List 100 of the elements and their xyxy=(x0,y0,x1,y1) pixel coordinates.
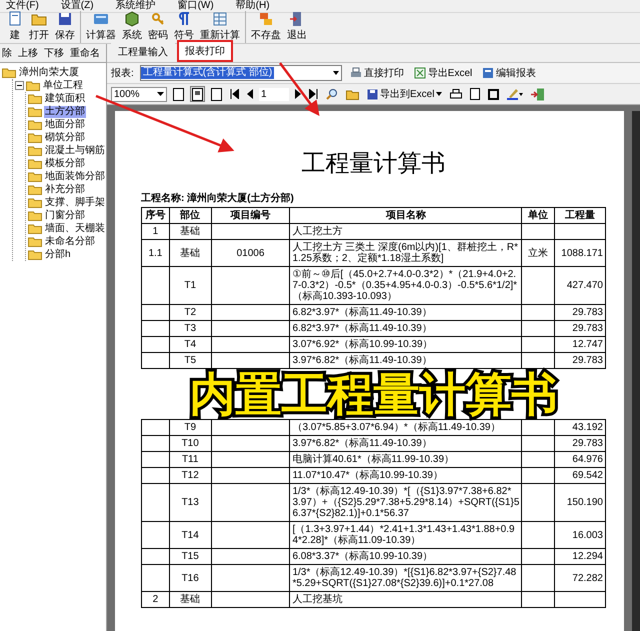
key-icon xyxy=(150,11,166,27)
pen-color-button[interactable] xyxy=(505,86,526,102)
tree-item[interactable]: 门窗分部 xyxy=(44,210,86,222)
project-name: 工程名称: 漳州向荣大厦(土方分部) xyxy=(141,191,295,205)
tree-item[interactable]: 支撑、脚手架 xyxy=(44,196,106,208)
part-name: T15 xyxy=(182,551,199,562)
square-icon xyxy=(488,88,500,100)
folder-icon xyxy=(28,158,42,169)
tree-item[interactable]: 混凝土与钢筋 xyxy=(44,144,106,156)
tree-action-button[interactable]: 上移 xyxy=(18,46,38,60)
report-action-button[interactable]: 编辑报表 xyxy=(480,66,538,80)
tree-item[interactable]: 未命名分部 xyxy=(44,236,96,248)
menu-item[interactable]: 帮助(H) xyxy=(236,0,270,12)
edit-report-icon xyxy=(482,67,494,79)
calculator-icon xyxy=(93,11,109,27)
report-action-button[interactable]: 直接打印 xyxy=(348,66,406,80)
previous-page-button[interactable] xyxy=(245,86,255,102)
column-header: 部位 xyxy=(169,208,212,224)
tree-item[interactable]: 单位工程 xyxy=(42,80,84,92)
part-name: T13 xyxy=(182,497,199,508)
toolbar-button[interactable]: 密码 xyxy=(147,11,169,43)
toolbar-button[interactable]: 打开 xyxy=(28,11,50,43)
toolbar-button[interactable]: 退出 xyxy=(286,11,308,43)
folder-icon xyxy=(28,197,42,208)
tree-action-button[interactable]: 重命名 xyxy=(70,46,100,60)
item-name: 11.07*10.47*（标高10.99-10.39） xyxy=(292,470,443,481)
part-name: T11 xyxy=(182,454,198,465)
part-name: T16 xyxy=(182,572,199,584)
item-name: 6.82*3.97*（标高11.49-10.39） xyxy=(292,307,432,318)
tree-item[interactable]: 墙面、天棚装 xyxy=(44,222,106,234)
tree-action-button[interactable]: 下移 xyxy=(44,46,64,60)
item-name: 3.07*6.92*（标高10.99-10.39） xyxy=(292,339,433,350)
page-number-field[interactable]: 1 xyxy=(259,88,289,100)
tree-item[interactable]: 模板分部 xyxy=(44,158,86,170)
printer-icon xyxy=(350,67,362,79)
toolbar-button[interactable]: 建 xyxy=(6,11,24,43)
folder-icon xyxy=(28,249,42,260)
tree-item[interactable]: 地面装饰分部 xyxy=(44,170,106,182)
folder-icon xyxy=(28,145,42,156)
folder-icon xyxy=(28,171,42,182)
last-page-button[interactable] xyxy=(307,86,320,102)
folder-icon xyxy=(28,236,42,247)
toolbar-button[interactable]: 系统 xyxy=(121,11,143,43)
part-name: T14 xyxy=(182,530,199,540)
toolbar-button[interactable]: 不存盘 xyxy=(250,11,282,43)
column-header: 项目名称 xyxy=(290,208,522,224)
part-name: 基础 xyxy=(180,594,200,605)
quantity-value: 72.282 xyxy=(572,572,603,584)
toolbar-button[interactable]: 计算器 xyxy=(85,11,117,43)
item-name: 电脑计算40.61*（标高11.99-10.39） xyxy=(292,454,454,465)
tree-item[interactable]: 砌筑分部 xyxy=(44,132,86,144)
report-label: 报表: xyxy=(111,66,134,80)
previous-page-icon xyxy=(247,89,253,99)
export-excel-button[interactable]: 导出到Excel xyxy=(365,87,444,101)
quantity-value: 43.192 xyxy=(572,422,603,433)
page-view-button[interactable] xyxy=(209,86,224,102)
cube-icon xyxy=(124,11,140,27)
part-name: 基础 xyxy=(180,248,200,258)
tree-item[interactable]: 补充分部 xyxy=(44,184,86,196)
first-page-button[interactable] xyxy=(228,86,241,102)
tree-item[interactable]: 土方分部 xyxy=(44,106,86,118)
tree-item[interactable]: 漳州向荣大厦 xyxy=(18,66,80,78)
scrollbar[interactable] xyxy=(632,111,640,631)
page-setup-button[interactable] xyxy=(468,86,482,102)
item-name: 人工挖土方 三类土 深度(6m以内)[1、群桩挖土，R*1.25系数；2、定额*1.18湿土系数] xyxy=(292,242,518,264)
part-name: T12 xyxy=(182,470,199,481)
tree-item[interactable]: 建筑面积 xyxy=(44,92,86,104)
part-name: 基础 xyxy=(180,226,200,237)
part-name: T1 xyxy=(184,280,196,291)
page-view-button[interactable] xyxy=(171,86,186,102)
report-action-button[interactable]: 导出Excel xyxy=(412,66,474,80)
folder-icon xyxy=(28,93,42,104)
quantity-value: 29.783 xyxy=(572,323,603,334)
quantity-value: 150.190 xyxy=(566,497,603,508)
quantity-value: 69.542 xyxy=(572,470,603,481)
zoom-select[interactable]: 100% xyxy=(111,86,167,102)
quantity-value: 12.294 xyxy=(572,551,603,562)
frame-button[interactable] xyxy=(486,86,502,102)
item-name: 6.08*3.37*（标高10.99-10.39） xyxy=(292,551,433,562)
page-view-button[interactable] xyxy=(190,86,205,102)
menu-item[interactable]: 设置(Z) xyxy=(60,0,94,12)
tree-item[interactable]: 地面分部 xyxy=(44,118,86,130)
report-select[interactable]: 工程量计算式(含计算式 部位) xyxy=(140,65,342,81)
folder-icon xyxy=(28,106,42,117)
search-button[interactable] xyxy=(324,86,340,102)
toolbar-button[interactable]: 符号 xyxy=(173,11,195,43)
next-page-button[interactable] xyxy=(293,86,303,102)
tab[interactable]: 报表打印 xyxy=(177,40,233,62)
caption-title: 内置工程量计算书 xyxy=(188,369,558,419)
toolbar-button[interactable]: 保存 xyxy=(54,11,76,43)
folder-icon xyxy=(26,80,40,91)
collapse-icon[interactable] xyxy=(15,81,24,90)
tree-action-button[interactable]: 除 xyxy=(2,46,12,60)
tree-item[interactable]: 分部h xyxy=(44,248,72,260)
first-page-icon xyxy=(230,89,239,99)
item-name: 1/3*（标高12.49-10.39）*[（{S1}3.97*7.38+6.82*3.97）+（{S2}5.29*7.38+5.29*8.14）+SQRT({S1}56.37*{S2}82.1)]+0.1*56.37 xyxy=(292,486,520,519)
part-name: T9 xyxy=(184,422,196,433)
item-name: [（1.3+3.97+1.44）*2.41+1.3*1.43+1.43*1.88+0.94*2.28]*（标高11.09-10.39） xyxy=(292,524,515,546)
printer-icon xyxy=(450,88,462,100)
quantity-value: 29.783 xyxy=(572,355,603,366)
